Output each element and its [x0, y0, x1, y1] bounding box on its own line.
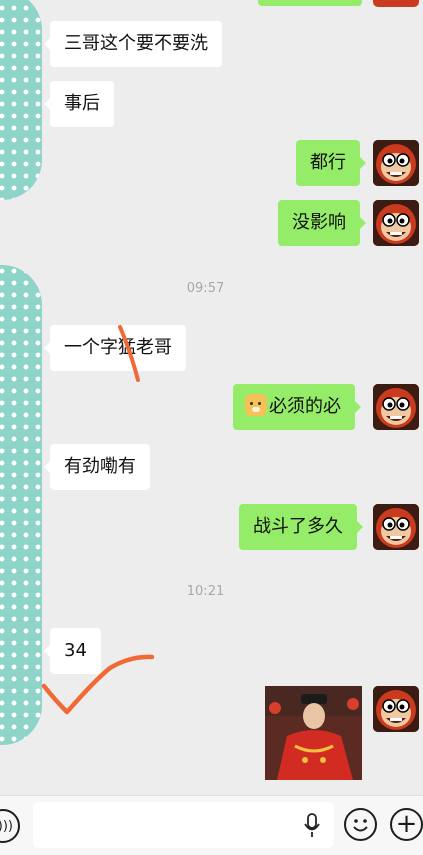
incoming-message[interactable]: 事后: [44, 81, 114, 127]
my-avatar[interactable]: [373, 200, 419, 246]
monkey-face-icon: [373, 384, 419, 430]
smiley-face-icon: [353, 819, 368, 832]
incoming-message[interactable]: 一个字猛老哥: [44, 325, 186, 371]
mic-icon[interactable]: [303, 813, 321, 839]
input-bar: ))) +: [0, 795, 423, 855]
monkey-face-icon: [373, 200, 419, 246]
chat-area[interactable]: 三哥这个要不要洗 事后 都行 没影响 09:57 一个字猛老哥 必须的必 有劲嘞…: [0, 0, 423, 795]
cropped-my-avatar[interactable]: [373, 0, 419, 7]
timestamp: 10:21: [186, 584, 225, 599]
incoming-message[interactable]: 有劲嘞有: [44, 444, 150, 490]
my-avatar[interactable]: [373, 504, 419, 550]
gif-image-message[interactable]: [265, 686, 362, 780]
monkey-face-icon: [373, 686, 419, 732]
plus-button[interactable]: +: [390, 808, 423, 841]
voice-icon[interactable]: ))): [0, 809, 20, 843]
incoming-message[interactable]: 三哥这个要不要洗: [44, 21, 222, 67]
emoji-icon[interactable]: [344, 808, 377, 841]
message-text: 必须的必: [269, 396, 341, 417]
outgoing-message[interactable]: 战斗了多久: [239, 504, 363, 550]
outgoing-message[interactable]: 没影响: [278, 200, 366, 246]
outgoing-message[interactable]: 必须的必: [233, 384, 361, 430]
my-avatar[interactable]: [373, 384, 419, 430]
outgoing-message[interactable]: 都行: [296, 140, 366, 186]
monkey-face-icon: [373, 504, 419, 550]
cropped-outgoing-message[interactable]: [258, 0, 362, 6]
contact-avatar[interactable]: [0, 265, 42, 745]
message-input[interactable]: [33, 802, 334, 848]
incoming-message[interactable]: 34: [44, 628, 101, 674]
timestamp: 09:57: [186, 281, 225, 296]
my-avatar[interactable]: [373, 686, 419, 732]
gif-image-icon: [265, 686, 362, 780]
dog-face-emoji-icon: [245, 394, 267, 416]
my-avatar[interactable]: [373, 140, 419, 186]
contact-avatar[interactable]: [0, 0, 42, 200]
monkey-face-icon: [373, 140, 419, 186]
